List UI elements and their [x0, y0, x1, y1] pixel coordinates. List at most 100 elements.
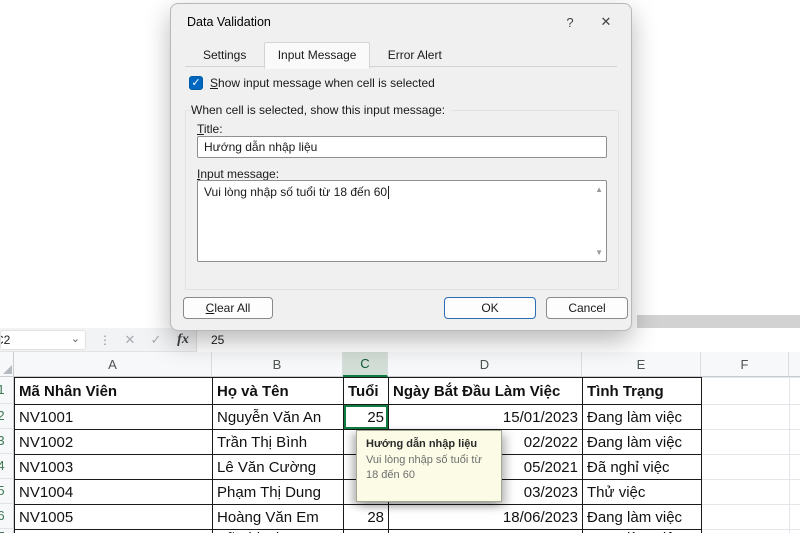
row-header-2[interactable]: 2 [0, 404, 14, 429]
cell-e7[interactable]: Đang làm việc [582, 529, 702, 533]
dialog-title: Data Validation [187, 15, 271, 29]
cell-g6[interactable] [789, 504, 800, 530]
name-box[interactable]: C2 ⌄ [0, 330, 86, 350]
ok-button[interactable]: OK [444, 297, 536, 319]
cell-f1[interactable] [701, 377, 790, 405]
cell-b1[interactable]: Họ và Tên [212, 377, 344, 405]
cell-e4[interactable]: Đã nghỉ việc [582, 454, 702, 480]
row-header-1[interactable]: 1 [0, 377, 14, 404]
screen: C2 ⌄ ⋮ ✕ ✓ fx 25 A B C D E F 1 2 3 4 5 6… [0, 0, 800, 533]
cell-b2[interactable]: Nguyễn Văn An [212, 404, 344, 430]
table-row: NV1005 Hoàng Văn Em 28 18/06/2023 Đang l… [14, 504, 800, 530]
row-header-6[interactable]: 6 [0, 504, 14, 529]
separator-dots-icon: ⋮ [99, 333, 111, 347]
title-input-value: Hướng dẫn nhập liệu [204, 140, 318, 154]
clear-all-button[interactable]: Clear All [183, 297, 273, 319]
column-header-f[interactable]: F [701, 352, 789, 376]
confirm-entry-icon[interactable]: ✓ [146, 328, 166, 352]
cell-c6[interactable]: 28 [343, 504, 389, 530]
table-row-clipped: NV1006 Vũ Thị Gi 25 Đang làm việc [14, 529, 800, 533]
tab-settings[interactable]: Settings [189, 42, 260, 69]
cell-f2[interactable] [701, 404, 790, 430]
validation-tooltip: Hướng dẫn nhập liệu Vui lòng nhập số tuổ… [356, 430, 502, 502]
cell-a1[interactable]: Mã Nhân Viên [14, 377, 213, 405]
cell-c7[interactable]: 25 [343, 529, 389, 533]
cell-g3[interactable] [789, 429, 800, 455]
insert-function-icon[interactable]: fx [172, 328, 194, 352]
column-header-b[interactable]: B [212, 352, 343, 376]
cell-b3[interactable]: Trần Thị Bình [212, 429, 344, 455]
cell-g1[interactable] [789, 377, 800, 405]
cell-b7[interactable]: Vũ Thị Gi [212, 529, 344, 533]
cell-g4[interactable] [789, 454, 800, 480]
table-header-row: Mã Nhân Viên Họ và Tên Tuổi Ngày Bắt Đầu… [14, 377, 800, 405]
cell-a3[interactable]: NV1002 [14, 429, 213, 455]
dialog-tabs: Settings Input Message Error Alert [185, 41, 617, 69]
table-row: NV1001 Nguyễn Văn An 25 15/01/2023 Đang … [14, 404, 800, 430]
cell-f4[interactable] [701, 454, 790, 480]
row-header-5[interactable]: 5 [0, 479, 14, 504]
formula-bar: C2 ⌄ ⋮ ✕ ✓ fx 25 [0, 328, 800, 352]
cell-g7[interactable] [789, 529, 800, 533]
checkbox-label: Show input message when cell is selected [210, 76, 435, 90]
show-input-message-checkbox-row: ✓ Show input message when cell is select… [189, 76, 435, 90]
cell-c1[interactable]: Tuổi [343, 377, 389, 405]
formula-input[interactable]: 25 [196, 328, 800, 352]
cell-e1[interactable]: Tình Trạng [582, 377, 702, 405]
cell-e2[interactable]: Đang làm việc [582, 404, 702, 430]
cell-f5[interactable] [701, 479, 790, 505]
cell-d7[interactable] [388, 529, 583, 533]
cancel-button[interactable]: Cancel [546, 297, 628, 319]
cell-e3[interactable]: Đang làm việc [582, 429, 702, 455]
cell-a5[interactable]: NV1004 [14, 479, 213, 505]
select-all-corner[interactable] [0, 352, 14, 376]
row-header-3[interactable]: 3 [0, 429, 14, 454]
cell-b6[interactable]: Hoàng Văn Em [212, 504, 344, 530]
cell-a4[interactable]: NV1003 [14, 454, 213, 480]
select-all-icon [3, 365, 12, 374]
cell-d6[interactable]: 18/06/2023 [388, 504, 583, 530]
cancel-entry-icon[interactable]: ✕ [120, 328, 140, 352]
cell-a2[interactable]: NV1001 [14, 404, 213, 430]
close-icon[interactable]: ✕ [593, 10, 619, 34]
column-header-c[interactable]: C [343, 352, 388, 377]
input-message-textarea[interactable]: Vui lòng nhập số tuổi từ 18 đến 60 ▲ ▼ [197, 180, 607, 262]
tooltip-message: Vui lòng nhập số tuổi từ 18 đến 60 [366, 454, 482, 482]
cell-a6[interactable]: NV1005 [14, 504, 213, 530]
title-input[interactable]: Hướng dẫn nhập liệu [197, 136, 607, 158]
cell-d1[interactable]: Ngày Bắt Đầu Làm Việc [388, 377, 583, 405]
ribbon-remnant [637, 315, 800, 328]
column-header-d[interactable]: D [388, 352, 582, 376]
cell-b5[interactable]: Phạm Thị Dung [212, 479, 344, 505]
tooltip-title: Hướng dẫn nhập liệu [366, 438, 478, 450]
cell-f6[interactable] [701, 504, 790, 530]
scroll-up-icon[interactable]: ▲ [595, 185, 603, 194]
cell-e5[interactable]: Thử việc [582, 479, 702, 505]
cell-d2[interactable]: 15/01/2023 [388, 404, 583, 430]
title-field-label: Title: [197, 122, 223, 136]
cell-a7[interactable]: NV1006 [14, 529, 213, 533]
column-header-a[interactable]: A [14, 352, 212, 376]
cell-g2[interactable] [789, 404, 800, 430]
row-header-4[interactable]: 4 [0, 454, 14, 479]
text-caret [388, 186, 390, 199]
tab-error-alert[interactable]: Error Alert [374, 42, 456, 69]
input-message-value: Vui lòng nhập số tuổi từ 18 đến 60 [204, 185, 388, 199]
scroll-down-icon[interactable]: ▼ [595, 248, 603, 257]
tab-input-message[interactable]: Input Message [263, 42, 371, 69]
cell-b4[interactable]: Lê Văn Cường [212, 454, 344, 480]
cell-f3[interactable] [701, 429, 790, 455]
cell-f7[interactable] [701, 529, 790, 533]
checkbox-checked-icon[interactable]: ✓ [189, 76, 203, 90]
name-box-value: C2 [1, 333, 11, 347]
group-label: When cell is selected, show this input m… [191, 103, 452, 117]
row-header-7[interactable]: 7 [0, 529, 14, 533]
column-header-e[interactable]: E [582, 352, 701, 376]
row-headers: 1 2 3 4 5 6 7 [0, 377, 14, 533]
help-icon[interactable]: ? [557, 10, 583, 34]
cell-g5[interactable] [789, 479, 800, 505]
chevron-down-icon[interactable]: ⌄ [71, 332, 80, 345]
cell-e6[interactable]: Đang làm việc [582, 504, 702, 530]
message-field-label: Input message: [197, 167, 280, 181]
cell-c2-selected[interactable]: 25 [343, 404, 389, 430]
